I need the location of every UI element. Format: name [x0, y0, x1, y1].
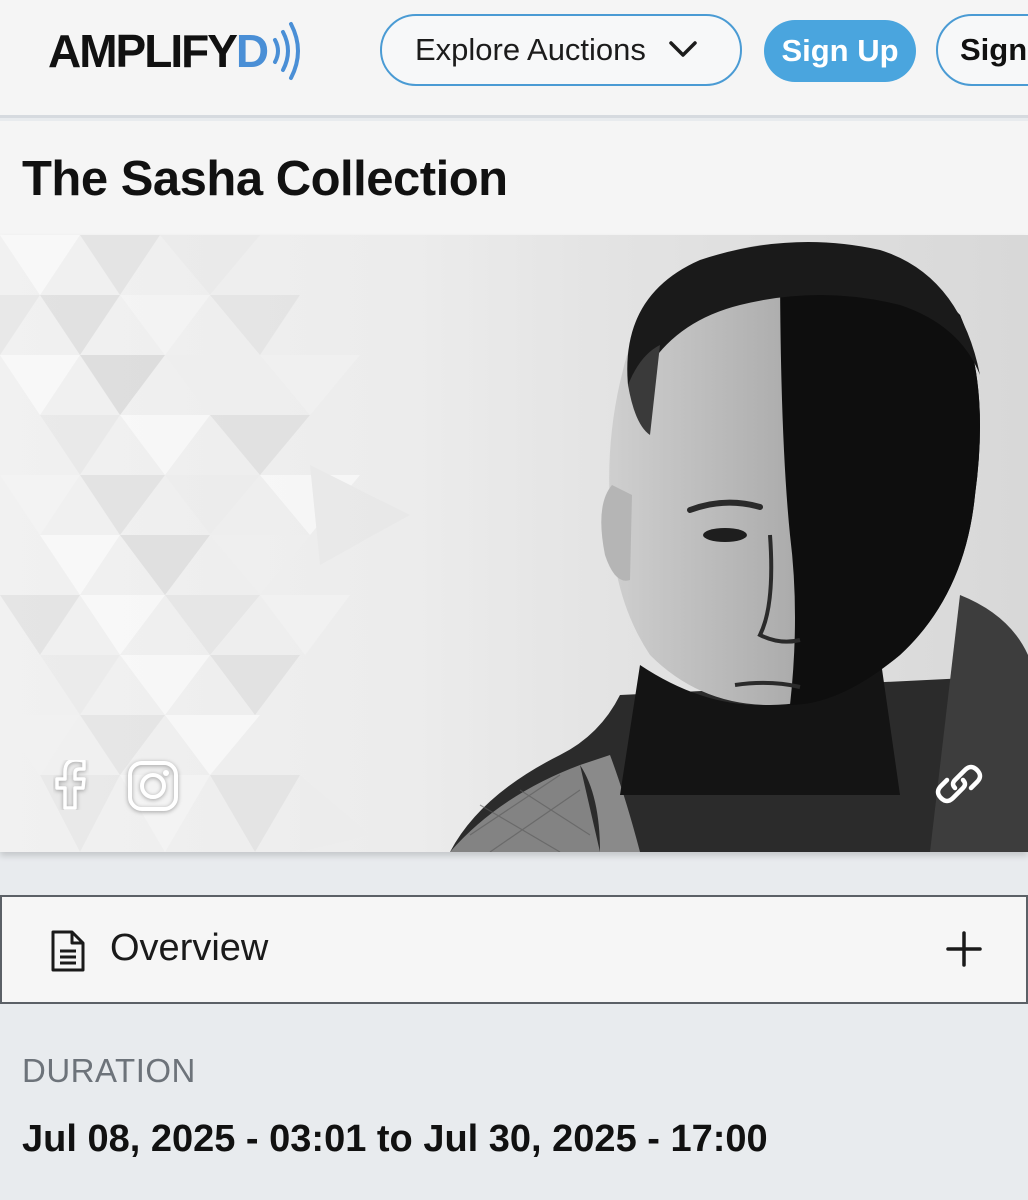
amplifyd-logo[interactable]: AMPLIFY D — [48, 14, 305, 88]
duration-value: Jul 08, 2025 - 03:01 to Jul 30, 2025 - 1… — [22, 1118, 768, 1160]
collection-banner — [0, 235, 1028, 852]
logo-wordmark: AMPLIFY — [48, 25, 238, 77]
explore-auctions-dropdown[interactable]: Explore Auctions — [380, 14, 742, 86]
title-bar: The Sasha Collection — [0, 121, 1028, 235]
facebook-icon[interactable] — [46, 757, 96, 813]
instagram-icon[interactable] — [126, 759, 180, 813]
overview-label: Overview — [110, 927, 269, 969]
sound-waves-icon — [273, 22, 301, 80]
link-icon[interactable] — [930, 755, 988, 813]
sign-up-button[interactable]: Sign Up — [764, 20, 916, 82]
page-title: The Sasha Collection — [22, 152, 508, 206]
plus-icon[interactable] — [944, 929, 984, 969]
document-icon — [51, 930, 85, 972]
duration-label: DURATION — [22, 1052, 196, 1089]
sign-up-label: Sign Up — [781, 33, 899, 68]
sign-in-button[interactable]: Sign — [936, 14, 1028, 86]
logo-d-letter: D — [235, 25, 270, 77]
site-header: AMPLIFY D Explore Auctions Sign Up Sign — [0, 0, 1028, 118]
sign-in-label: Sign — [960, 32, 1028, 67]
overview-accordion[interactable]: Overview — [0, 895, 1028, 1004]
explore-auctions-label: Explore Auctions — [415, 32, 646, 67]
chevron-down-icon — [669, 41, 697, 57]
